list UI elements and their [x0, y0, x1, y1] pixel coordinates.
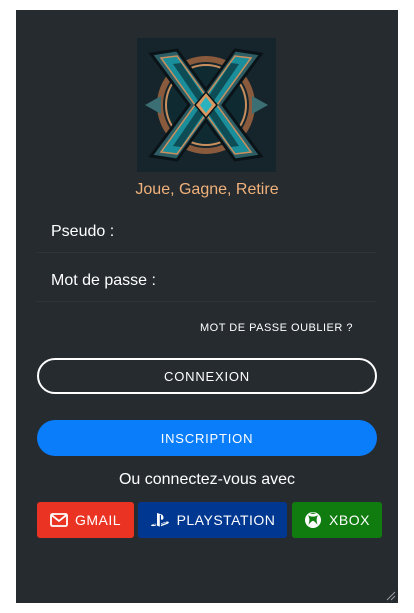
app-logo — [137, 38, 276, 172]
pseudo-label: Pseudo : — [51, 223, 115, 240]
forgot-password-link[interactable]: MOT DE PASSE OUBLIER ? — [200, 322, 353, 334]
xbox-label: XBOX — [329, 512, 370, 528]
x-emblem-logo-icon — [137, 38, 276, 172]
playstation-login-button[interactable]: PLAYSTATION — [138, 502, 287, 538]
resize-grip-icon[interactable] — [385, 590, 396, 601]
social-login-intro: Ou connectez-vous avec — [118, 471, 296, 488]
gmail-label: GMAIL — [74, 512, 122, 528]
password-field-row: Mot de passe : — [36, 261, 376, 302]
inscription-button[interactable]: INSCRIPTION — [37, 420, 377, 456]
password-input[interactable] — [163, 265, 376, 297]
mail-icon — [50, 513, 68, 527]
xbox-icon — [305, 512, 322, 528]
connexion-button[interactable]: CONNEXION — [37, 358, 377, 394]
pseudo-field-row: Pseudo : — [36, 212, 376, 253]
login-card: Joue, Gagne, Retire Pseudo : Mot de pass… — [16, 10, 398, 603]
playstation-icon — [150, 513, 169, 527]
tagline: Joue, Gagne, Retire — [135, 181, 279, 198]
xbox-login-button[interactable]: XBOX — [292, 502, 382, 538]
gmail-login-button[interactable]: GMAIL — [37, 502, 134, 538]
password-label: Mot de passe : — [51, 272, 156, 289]
playstation-label: PLAYSTATION — [176, 512, 276, 528]
pseudo-input[interactable] — [122, 216, 376, 248]
